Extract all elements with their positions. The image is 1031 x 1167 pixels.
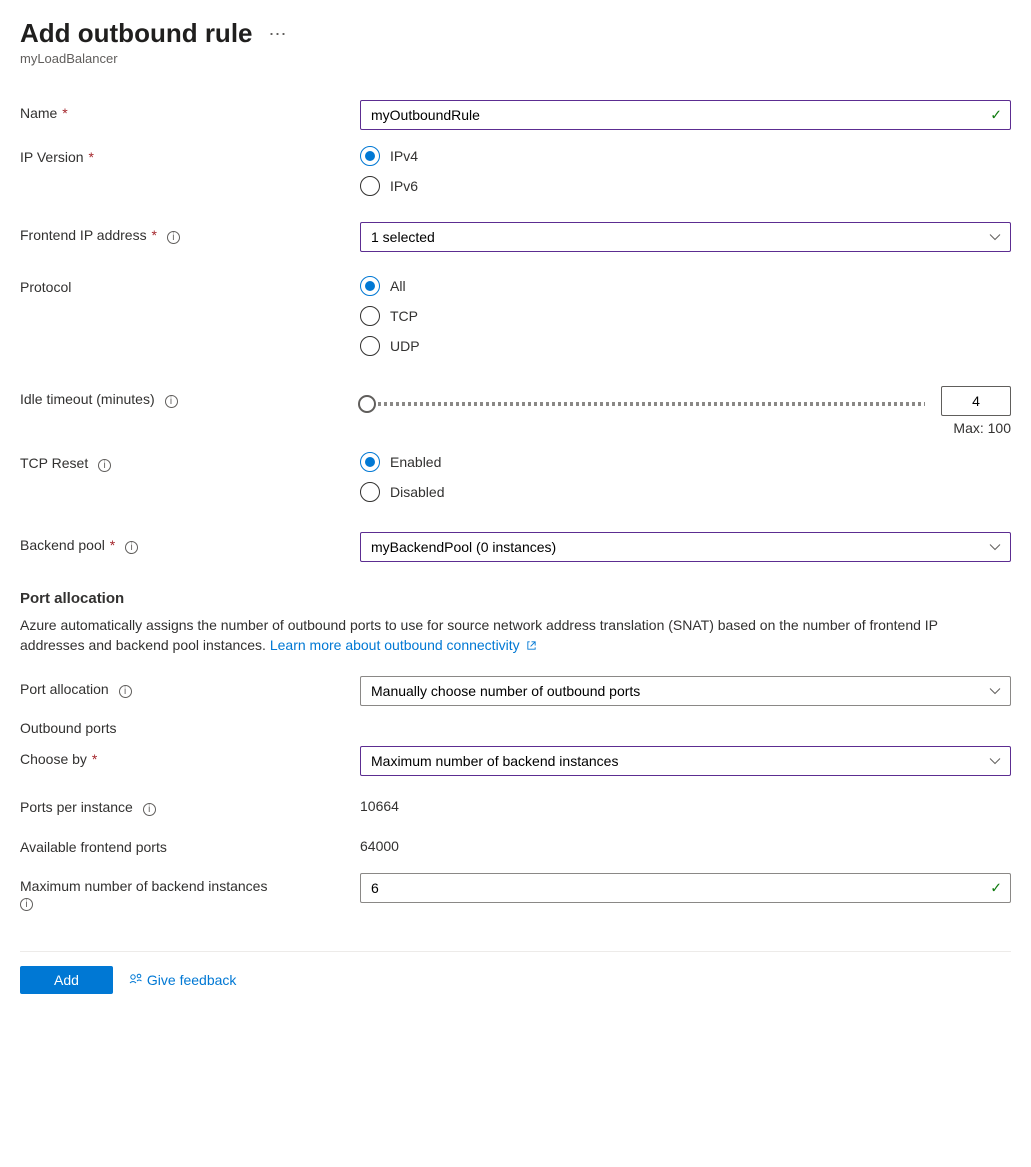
- radio-tcpreset-disabled[interactable]: Disabled: [360, 482, 1011, 502]
- frontendip-label: Frontend IP address * i: [20, 222, 360, 244]
- info-icon[interactable]: i: [165, 395, 178, 408]
- protocol-label: Protocol: [20, 274, 360, 295]
- portalloc-label: Port allocation i: [20, 676, 360, 698]
- backendpool-label: Backend pool * i: [20, 532, 360, 554]
- info-icon[interactable]: i: [119, 685, 132, 698]
- idle-value-input[interactable]: [941, 386, 1011, 416]
- page-title: Add outbound rule: [20, 18, 253, 49]
- idle-max: Max: 100: [360, 420, 1011, 436]
- info-icon[interactable]: i: [98, 459, 111, 472]
- avail-label: Available frontend ports: [20, 834, 360, 855]
- radio-ipv4[interactable]: IPv4: [360, 146, 1011, 166]
- check-icon: ✓: [990, 107, 1002, 124]
- tcpreset-label: TCP Reset i: [20, 450, 360, 472]
- port-allocation-desc: Azure automatically assigns the number o…: [20, 615, 980, 656]
- info-icon[interactable]: i: [20, 898, 33, 911]
- chooseby-select[interactable]: [360, 746, 1011, 776]
- ppi-value: 10664: [360, 794, 1011, 814]
- info-icon[interactable]: i: [125, 541, 138, 554]
- check-icon: ✓: [990, 880, 1002, 897]
- info-icon[interactable]: i: [143, 803, 156, 816]
- idle-label: Idle timeout (minutes) i: [20, 386, 360, 408]
- ppi-label: Ports per instance i: [20, 794, 360, 816]
- chooseby-label: Choose by *: [20, 746, 360, 767]
- avail-value: 64000: [360, 834, 1011, 854]
- portalloc-select[interactable]: [360, 676, 1011, 706]
- frontendip-select[interactable]: [360, 222, 1011, 252]
- backendpool-select[interactable]: [360, 532, 1011, 562]
- maxbackend-input[interactable]: [360, 873, 1011, 903]
- info-icon[interactable]: i: [167, 231, 180, 244]
- divider: [20, 951, 1011, 952]
- learn-more-link[interactable]: Learn more about outbound connectivity: [270, 637, 537, 653]
- slider-thumb[interactable]: [358, 395, 376, 413]
- outbound-ports-heading: Outbound ports: [20, 720, 1011, 736]
- ipversion-label: IP Version *: [20, 144, 360, 165]
- add-button[interactable]: Add: [20, 966, 113, 994]
- radio-protocol-udp[interactable]: UDP: [360, 336, 1011, 356]
- name-label: Name *: [20, 100, 360, 121]
- feedback-link[interactable]: Give feedback: [129, 972, 237, 989]
- port-allocation-heading: Port allocation: [20, 590, 1011, 607]
- maxbackend-label: Maximum number of backend instances i: [20, 873, 360, 911]
- radio-tcpreset-enabled[interactable]: Enabled: [360, 452, 1011, 472]
- external-link-icon: [526, 636, 537, 656]
- radio-protocol-all[interactable]: All: [360, 276, 1011, 296]
- more-icon[interactable]: ⋯: [269, 24, 289, 45]
- page-subtitle: myLoadBalancer: [20, 51, 1011, 66]
- radio-ipv6[interactable]: IPv6: [360, 176, 1011, 196]
- idle-slider[interactable]: [360, 402, 925, 406]
- name-input[interactable]: [360, 100, 1011, 130]
- radio-protocol-tcp[interactable]: TCP: [360, 306, 1011, 326]
- feedback-icon: [129, 972, 143, 989]
